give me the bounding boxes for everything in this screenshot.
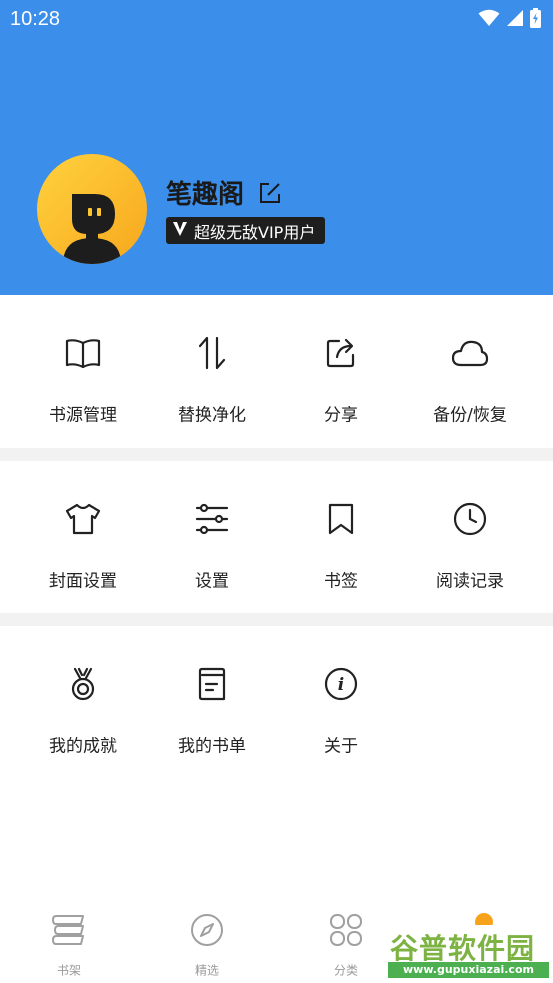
grid-item-label: 书源管理 [49,405,117,426]
grid-item-booklist[interactable]: 我的书单 [147,646,277,757]
nav-item-featured[interactable]: 精选 [167,912,247,982]
username-row: 笔趣阁 [166,174,282,211]
grid-item-label: 关于 [324,736,358,757]
signal-icon [506,9,524,27]
username: 笔趣阁 [166,180,245,210]
grid-item-bookmark[interactable]: 书签 [276,481,406,592]
vip-label: 超级无敌VIP用户 [194,222,316,242]
bookshelf-icon [52,914,86,950]
category-icon [329,913,363,951]
info-icon: i [321,664,361,704]
tools-section-2: 封面设置 设置 书签 阅读记录 [0,461,553,613]
battery-icon [530,8,541,28]
svg-text:i: i [338,675,344,695]
grid-item-label: 分享 [324,405,358,426]
grid-item-achievements[interactable]: 我的成就 [18,646,148,757]
share-icon [321,333,361,373]
nav-item-bookshelf[interactable]: 书架 [29,912,109,982]
book-open-icon [63,333,103,373]
clock-icon [450,499,490,539]
cloud-icon [450,333,490,373]
compass-icon [190,913,224,951]
grid-item-label: 书签 [324,571,358,592]
vip-logo-icon [172,221,188,241]
grid-item-share[interactable]: 分享 [276,315,406,426]
grid-item-label: 我的成就 [49,736,117,757]
watermark-title: 谷普软件园 [390,932,536,965]
watermark: 谷普软件园 www.gupuxiazai.com [386,925,551,981]
grid-item-label: 备份/恢复 [433,405,507,426]
grid-item-settings[interactable]: 设置 [147,481,277,592]
swap-arrows-icon [192,333,232,373]
tools-section-3: 我的成就 我的书单 i 关于 [0,626,553,776]
tools-section-1: 书源管理 替换净化 分享 备份/恢复 [0,295,553,448]
bookmark-icon [321,499,361,539]
nav-label: 书架 [56,963,81,978]
grid-item-source-manage[interactable]: 书源管理 [18,315,148,426]
booklist-icon [192,664,232,704]
wifi-icon [478,9,500,27]
status-icons [478,8,541,28]
vip-badge: 超级无敌VIP用户 [166,217,326,244]
grid-item-replace-purify[interactable]: 替换净化 [147,315,277,426]
watermark-url: www.gupuxiazai.com [388,962,549,978]
grid-item-label: 封面设置 [49,571,117,592]
grid-item-label: 设置 [195,571,229,592]
nav-item-category[interactable]: 分类 [306,912,386,982]
nav-label: 精选 [194,963,219,978]
grid-item-reading-history[interactable]: 阅读记录 [405,481,535,592]
medal-icon [63,664,103,704]
sliders-icon [192,499,232,539]
status-time: 10:28 [10,8,61,30]
avatar[interactable] [37,154,147,264]
grid-item-label: 我的书单 [178,736,246,757]
grid-item-label: 替换净化 [178,405,246,426]
grid-item-label: 阅读记录 [436,571,504,592]
grid-item-cover-settings[interactable]: 封面设置 [18,481,148,592]
grid-item-backup-restore[interactable]: 备份/恢复 [405,315,535,426]
profile-header: 10:28 笔趣阁 超级无敌VIP用户 [0,0,553,295]
section-divider [0,448,553,461]
status-bar: 10:28 [0,0,553,38]
section-divider [0,613,553,626]
edit-icon[interactable] [258,181,282,205]
tshirt-icon [63,499,103,539]
nav-label: 分类 [333,963,358,978]
grid-item-about[interactable]: i 关于 [276,646,406,757]
